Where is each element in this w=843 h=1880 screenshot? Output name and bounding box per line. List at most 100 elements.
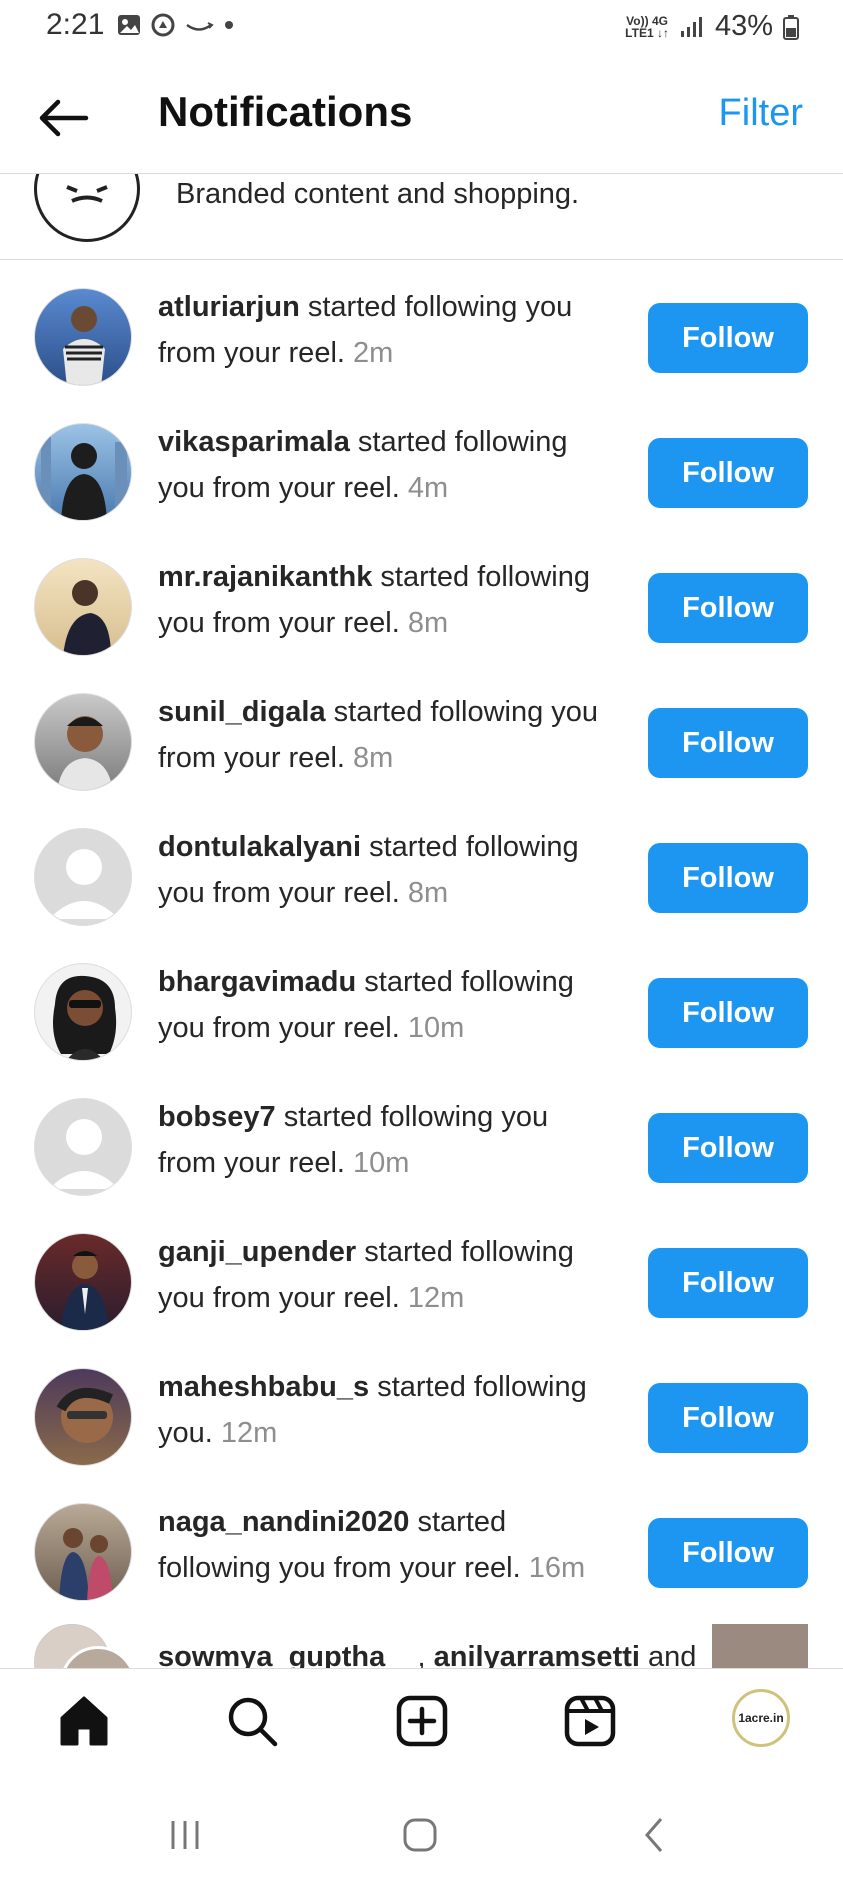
follow-button[interactable]: Follow bbox=[648, 573, 808, 643]
post-thumbnail[interactable] bbox=[712, 1624, 808, 1668]
notification-text: ganji_upender started following you from… bbox=[158, 1236, 574, 1314]
timestamp: 8m bbox=[353, 742, 394, 774]
reels-icon bbox=[564, 1695, 616, 1747]
branded-content-text: Branded content and shopping. bbox=[176, 178, 580, 210]
status-bar: 2:21 Vo)) 4G LTE1 ↓↑ 43% bbox=[0, 0, 843, 60]
default-user-icon bbox=[49, 849, 119, 919]
back-system-button[interactable] bbox=[630, 1810, 680, 1860]
follow-button[interactable]: Follow bbox=[648, 843, 808, 913]
username-link[interactable]: sowmya_guptha__ bbox=[158, 1641, 417, 1668]
create-tab[interactable] bbox=[392, 1691, 452, 1751]
header: Notifications Filter bbox=[0, 60, 843, 174]
username-link[interactable]: sunil_digala bbox=[158, 696, 326, 728]
notification-text: sunil_digala started following you from … bbox=[158, 696, 599, 774]
avatar[interactable] bbox=[34, 558, 132, 656]
bottom-nav: 1acre.in bbox=[0, 1668, 843, 1780]
avatar[interactable] bbox=[34, 1368, 132, 1466]
recent-apps-icon bbox=[171, 1821, 199, 1849]
notification-row[interactable]: vikasparimala started following you from… bbox=[0, 409, 843, 544]
search-tab[interactable] bbox=[222, 1691, 282, 1751]
amazon-icon bbox=[186, 22, 214, 31]
username-link[interactable]: bobsey7 bbox=[158, 1101, 276, 1133]
follow-button[interactable]: Follow bbox=[648, 438, 808, 508]
notification-row[interactable]: mr.rajanikanthk started following you fr… bbox=[0, 544, 843, 679]
more-dot-icon bbox=[225, 21, 233, 29]
timestamp: 2m bbox=[353, 337, 394, 369]
default-avatar[interactable] bbox=[34, 1098, 132, 1196]
follow-button[interactable]: Follow bbox=[648, 978, 808, 1048]
notification-row[interactable]: bobsey7 started following you from your … bbox=[0, 1084, 843, 1219]
username-link[interactable]: ganji_upender bbox=[158, 1236, 356, 1268]
notification-row-partial[interactable]: sowmya_guptha__, anilyarramsetti and bbox=[0, 1624, 843, 1668]
recent-apps-button[interactable] bbox=[160, 1810, 210, 1860]
battery-icon bbox=[783, 14, 799, 40]
filter-button[interactable]: Filter bbox=[719, 92, 803, 135]
back-button[interactable] bbox=[36, 90, 92, 146]
username-link[interactable]: atluriarjun bbox=[158, 291, 300, 323]
username-link[interactable]: bhargavimadu bbox=[158, 966, 356, 998]
follow-button[interactable]: Follow bbox=[648, 1113, 808, 1183]
home-square-icon bbox=[403, 1818, 437, 1852]
follow-button[interactable]: Follow bbox=[648, 1383, 808, 1453]
status-right: Vo)) 4G LTE1 ↓↑ 43% bbox=[625, 10, 799, 43]
notification-text: atluriarjun started following you from y… bbox=[158, 291, 573, 369]
avatar[interactable] bbox=[34, 423, 132, 521]
notification-text: sowmya_guptha__, anilyarramsetti and bbox=[158, 1634, 698, 1668]
branded-content-row[interactable]: Branded content and shopping. bbox=[0, 174, 843, 260]
notification-row[interactable]: atluriarjun started following you from y… bbox=[0, 274, 843, 409]
follow-button[interactable]: Follow bbox=[648, 708, 808, 778]
reels-tab[interactable] bbox=[560, 1691, 620, 1751]
branded-content-icon bbox=[34, 174, 140, 242]
notification-text: vikasparimala started following you from… bbox=[158, 426, 568, 504]
notification-text: mr.rajanikanthk started following you fr… bbox=[158, 561, 590, 639]
notification-text: naga_nandini2020 started following you f… bbox=[158, 1506, 586, 1584]
username-link[interactable]: maheshbabu_s bbox=[158, 1371, 369, 1403]
instagram-status-icon bbox=[151, 13, 175, 37]
timestamp: 12m bbox=[220, 1417, 278, 1449]
timestamp: 12m bbox=[407, 1282, 465, 1314]
notifications-list: atluriarjun started following you from y… bbox=[0, 260, 843, 1668]
default-user-icon bbox=[49, 1119, 119, 1189]
timestamp: 8m bbox=[407, 607, 449, 639]
timestamp: 8m bbox=[407, 877, 449, 909]
notification-row[interactable]: maheshbabu_s started following you. 12m … bbox=[0, 1354, 843, 1489]
avatar[interactable] bbox=[34, 693, 132, 791]
plus-square-icon bbox=[396, 1695, 448, 1747]
back-arrow-icon bbox=[39, 99, 89, 137]
page-title: Notifications bbox=[158, 88, 413, 135]
home-tab[interactable] bbox=[54, 1691, 114, 1751]
avatar[interactable] bbox=[34, 288, 132, 386]
notification-row[interactable]: ganji_upender started following you from… bbox=[0, 1219, 843, 1354]
notification-row[interactable]: bhargavimadu started following you from … bbox=[0, 949, 843, 1084]
avatar[interactable] bbox=[34, 1503, 132, 1601]
follow-button[interactable]: Follow bbox=[648, 1248, 808, 1318]
default-avatar[interactable] bbox=[34, 828, 132, 926]
timestamp: 10m bbox=[407, 1012, 465, 1044]
notification-row[interactable]: sunil_digala started following you from … bbox=[0, 679, 843, 814]
username-link[interactable]: dontulakalyani bbox=[158, 831, 361, 863]
gallery-icon bbox=[118, 15, 140, 35]
status-time: 2:21 bbox=[46, 8, 105, 41]
notification-text: bobsey7 started following you from your … bbox=[158, 1101, 549, 1179]
username-link[interactable]: anilyarramsetti bbox=[434, 1641, 640, 1668]
notification-text: maheshbabu_s started following you. 12m bbox=[158, 1371, 587, 1449]
follow-button[interactable]: Follow bbox=[648, 1518, 808, 1588]
notification-row[interactable]: dontulakalyani started following you fro… bbox=[0, 814, 843, 949]
timestamp: 10m bbox=[353, 1147, 410, 1179]
avatar[interactable] bbox=[34, 1233, 132, 1331]
network-indicator: Vo)) 4G LTE1 ↓↑ bbox=[625, 13, 669, 40]
notification-row[interactable]: naga_nandini2020 started following you f… bbox=[0, 1489, 843, 1624]
system-nav-bar bbox=[0, 1780, 843, 1880]
battery-percent: 43% bbox=[714, 10, 773, 42]
username-link[interactable]: mr.rajanikanthk bbox=[158, 561, 372, 593]
back-chevron-icon bbox=[645, 1818, 663, 1852]
home-icon bbox=[60, 1696, 108, 1746]
profile-tab[interactable]: 1acre.in bbox=[732, 1689, 790, 1747]
avatar[interactable] bbox=[34, 963, 132, 1061]
username-link[interactable]: vikasparimala bbox=[158, 426, 350, 458]
notification-text: dontulakalyani started following you fro… bbox=[158, 831, 579, 909]
follow-button[interactable]: Follow bbox=[648, 303, 808, 373]
home-system-button[interactable] bbox=[395, 1810, 445, 1860]
signal-icon bbox=[680, 16, 702, 37]
username-link[interactable]: naga_nandini2020 bbox=[158, 1506, 409, 1538]
